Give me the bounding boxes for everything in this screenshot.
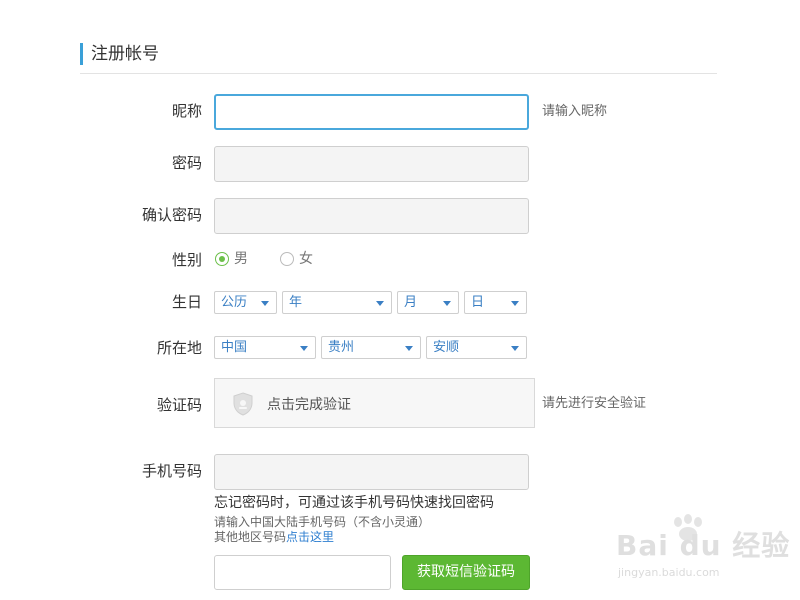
- chevron-down-icon: [261, 301, 269, 306]
- chevron-down-icon: [376, 301, 384, 306]
- year-select[interactable]: 年: [282, 291, 392, 314]
- phone-label: 手机号码: [141, 462, 202, 480]
- gender-radio-male[interactable]: [215, 252, 229, 266]
- year-select-value: 年: [289, 295, 303, 310]
- chevron-down-icon: [405, 346, 413, 351]
- month-select[interactable]: 月: [397, 291, 459, 314]
- month-select-value: 月: [404, 295, 418, 310]
- phone-input[interactable]: [214, 454, 529, 490]
- city-select[interactable]: 安顺: [426, 336, 527, 359]
- password-input[interactable]: [214, 146, 529, 182]
- gender-option-female[interactable]: 女: [299, 250, 313, 268]
- confirm-password-label: 确认密码: [141, 206, 202, 224]
- nickname-label: 昵称: [171, 102, 202, 120]
- section-title: 注册帐号: [91, 44, 159, 64]
- password-label: 密码: [171, 154, 202, 172]
- other-region-prefix: 其他地区号码: [214, 530, 287, 544]
- chevron-down-icon: [443, 301, 451, 306]
- gender-radio-female[interactable]: [280, 252, 294, 266]
- other-region-note: 其他地区号码点击这里: [214, 530, 334, 545]
- province-select-value: 贵州: [328, 340, 355, 355]
- section-header: 注册帐号: [80, 40, 717, 74]
- calendar-select-value: 公历: [221, 295, 248, 310]
- watermark-brand: Bai du 经验: [616, 529, 791, 562]
- day-select[interactable]: 日: [464, 291, 527, 314]
- captcha-hint: 请先进行安全验证: [542, 396, 647, 411]
- confirm-password-input[interactable]: [214, 198, 529, 234]
- shield-icon: [233, 392, 253, 416]
- other-region-link[interactable]: 点击这里: [286, 530, 334, 544]
- captcha-label: 验证码: [156, 396, 202, 414]
- nickname-input[interactable]: [214, 94, 529, 130]
- watermark-url: jingyan.baidu.com: [618, 566, 720, 579]
- province-select[interactable]: 贵州: [321, 336, 421, 359]
- chevron-down-icon: [511, 301, 519, 306]
- chevron-down-icon: [300, 346, 308, 351]
- location-label: 所在地: [156, 339, 202, 357]
- country-select[interactable]: 中国: [214, 336, 316, 359]
- section-accent-bar: [80, 43, 83, 65]
- gender-option-male[interactable]: 男: [234, 250, 248, 268]
- baidu-jingyan-watermark: Bai du 经验 jingyan.baidu.com: [612, 512, 792, 582]
- birthday-label: 生日: [171, 293, 202, 311]
- city-select-value: 安顺: [433, 340, 460, 355]
- phone-mainland-note: 请输入中国大陆手机号码（不含小灵通）: [214, 515, 431, 529]
- captcha-button-text: 点击完成验证: [267, 397, 351, 413]
- captcha-verify-button[interactable]: 点击完成验证: [214, 378, 535, 428]
- gender-label: 性别: [171, 251, 202, 269]
- country-select-value: 中国: [221, 340, 248, 355]
- chevron-down-icon: [511, 346, 519, 351]
- sms-code-input[interactable]: [214, 555, 391, 590]
- phone-recover-note: 忘记密码时，可通过该手机号码快速找回密码: [214, 495, 494, 511]
- nickname-hint: 请输入昵称: [542, 104, 608, 119]
- get-sms-code-button[interactable]: 获取短信验证码: [402, 555, 530, 590]
- calendar-select[interactable]: 公历: [214, 291, 277, 314]
- day-select-value: 日: [471, 295, 485, 310]
